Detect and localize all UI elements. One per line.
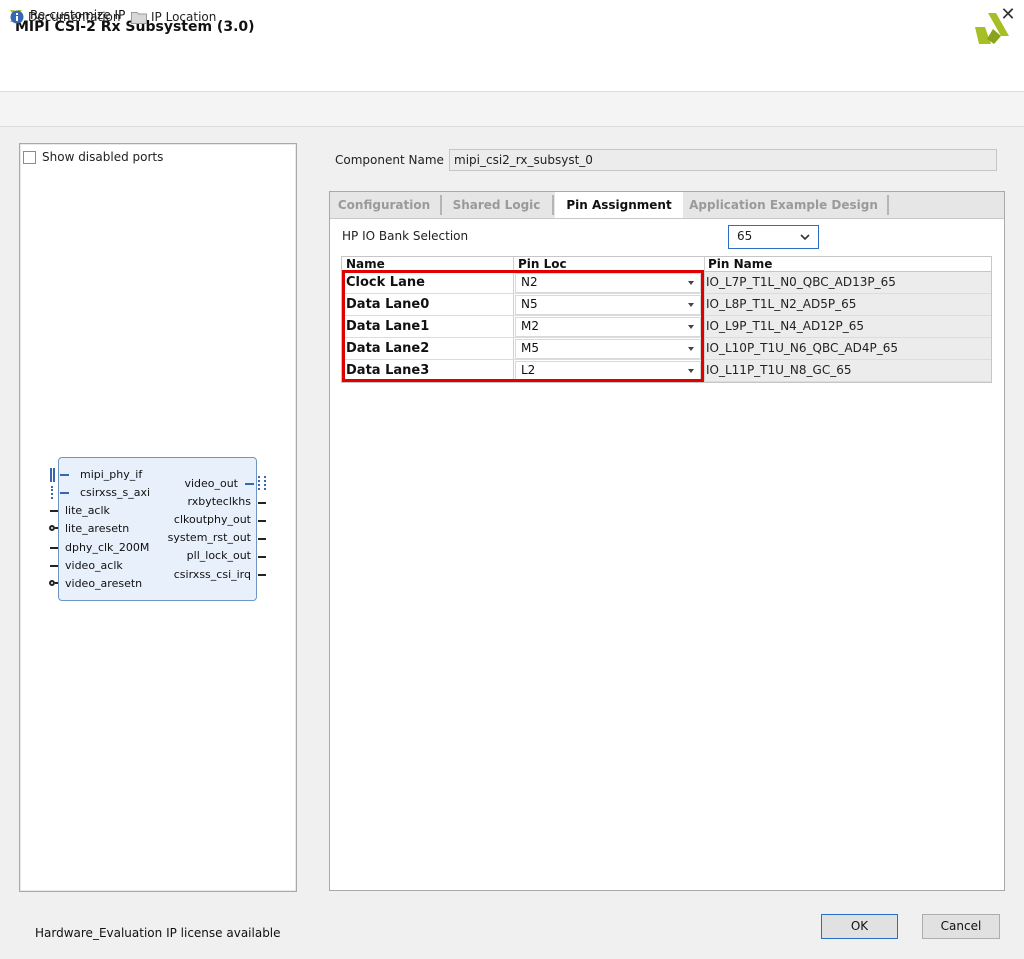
pin-loc-value: N2 [521,275,538,289]
pin-loc-dropdown[interactable] [515,273,701,293]
dropdown-arrow-icon [688,281,694,285]
show-disabled-ports-checkbox[interactable] [23,151,36,164]
lane-name: Data Lane3 [346,363,430,378]
port-pin [50,565,58,567]
port-label: video_aclk [65,559,123,572]
column-header-name: Name [346,257,385,271]
ip-location-label: IP Location [151,10,217,24]
chevron-down-icon [800,234,810,241]
doc-toolbar [0,92,1024,127]
port-pin [60,474,69,476]
port-label: rxbyteclkhs [187,495,252,508]
dropdown-arrow-icon [688,325,694,329]
port-pin [60,492,69,494]
tab-configuration[interactable]: Configuration [332,192,436,218]
port-pin [55,527,58,529]
info-icon [10,10,24,24]
tab-application-example-design[interactable]: Application Example Design [685,192,882,218]
port-pin [258,520,266,522]
port-label: system_rst_out [167,531,251,544]
cancel-button[interactable]: Cancel [922,914,1000,939]
port-label: video_out [184,477,238,490]
component-name-field[interactable]: mipi_csi2_rx_subsyst_0 [449,149,997,171]
port-pin [55,582,58,584]
dropdown-arrow-icon [688,303,694,307]
port-label: video_aresetn [65,577,143,590]
tab-separator [440,195,442,215]
port-label: csirxss_csi_irq [173,568,251,581]
bus-marker-icon [53,468,55,482]
tab-separator [887,195,889,215]
tab-shared-logic[interactable]: Shared Logic [443,192,550,218]
port-pin [50,547,58,549]
bus-marker-icon [50,468,52,482]
port-label: dphy_clk_200M [65,541,150,554]
pin-loc-dropdown[interactable] [515,295,701,315]
folder-icon [131,11,147,24]
documentation-label: Documentation [28,10,121,24]
column-header-pin-loc: Pin Loc [518,257,567,271]
lane-name: Data Lane2 [346,341,430,356]
tab-separator [552,195,554,215]
pin-name-value: IO_L7P_T1L_N0_QBC_AD13P_65 [706,275,896,289]
port-label: clkoutphy_out [173,513,251,526]
port-pin [258,556,266,558]
xilinx-brand-logo-icon [975,13,1009,44]
bus-dotted-marker-icon [258,476,266,490]
port-label: mipi_phy_if [80,468,143,481]
hp-io-bank-value: 65 [737,229,753,243]
dialog-header [0,31,1024,92]
tab-pin-assignment[interactable]: Pin Assignment [555,192,683,218]
lane-name: Data Lane1 [346,319,430,334]
port-label: pll_lock_out [186,549,251,562]
pin-loc-value: L2 [521,363,536,377]
pin-name-value: IO_L9P_T1L_N4_AD12P_65 [706,319,865,333]
pin-name-value: IO_L11P_T1U_N8_GC_65 [706,363,852,377]
show-disabled-ports-label: Show disabled ports [42,150,164,164]
dropdown-arrow-icon [688,347,694,351]
port-label: lite_aresetn [65,522,130,535]
ok-button[interactable]: OK [821,914,898,939]
pin-loc-value: M5 [521,341,539,355]
port-pin [245,483,254,485]
port-pin [258,502,266,504]
pin-loc-dropdown[interactable] [515,339,701,359]
pin-loc-value: M2 [521,319,539,333]
pin-loc-dropdown[interactable] [515,361,701,381]
documentation-link[interactable]: Documentation [10,9,121,25]
port-pin [258,538,266,540]
hp-io-bank-label: HP IO Bank Selection [342,229,469,243]
component-name-label: Component Name [335,153,444,167]
lane-name: Data Lane0 [346,297,430,312]
dropdown-arrow-icon [688,369,694,373]
port-label: lite_aclk [65,504,110,517]
lane-name: Clock Lane [346,275,425,290]
column-header-pin-name: Pin Name [708,257,773,271]
port-pin [258,574,266,576]
bus-dotted-marker-icon [51,486,56,499]
license-status: Hardware_Evaluation IP license available [35,926,281,940]
pin-name-value: IO_L10P_T1U_N6_QBC_AD4P_65 [706,341,898,355]
port-pin [50,510,58,512]
pin-name-value: IO_L8P_T1L_N2_AD5P_65 [706,297,857,311]
ip-location-link[interactable]: IP Location [131,9,216,25]
pin-loc-dropdown[interactable] [515,317,701,337]
pin-loc-value: N5 [521,297,538,311]
